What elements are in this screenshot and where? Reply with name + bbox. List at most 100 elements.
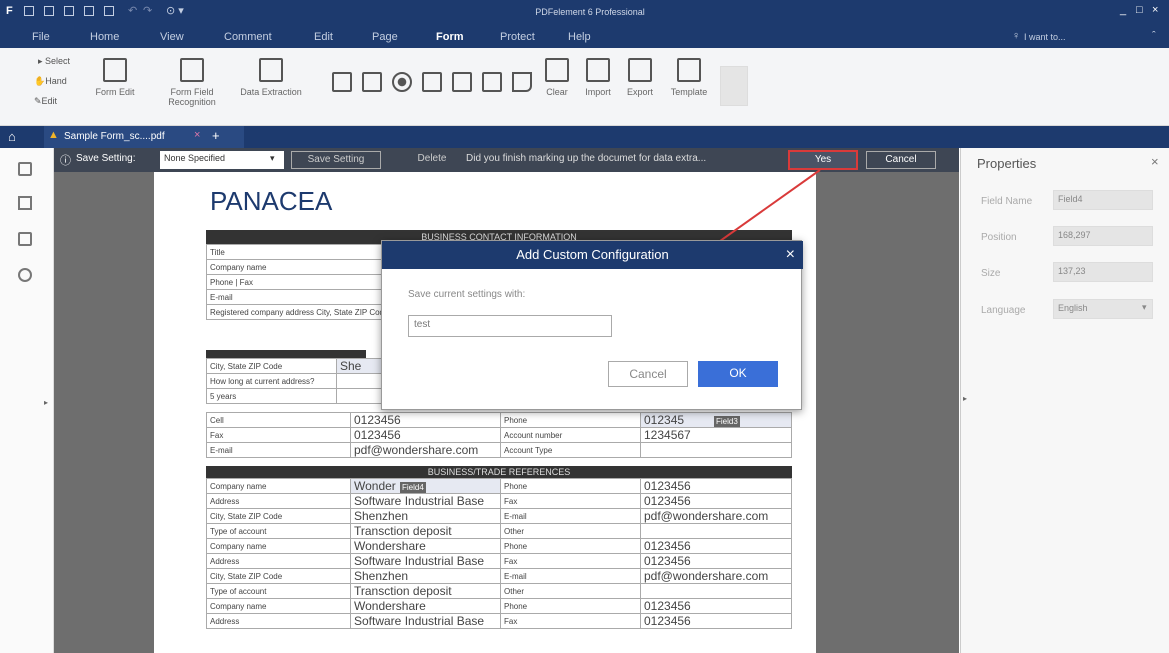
- properties-close-icon[interactable]: ×: [1151, 154, 1159, 169]
- hand-tool[interactable]: ✋Hand: [34, 76, 67, 87]
- field-name-input[interactable]: Field4: [1053, 190, 1153, 210]
- combo-box-icon[interactable]: [422, 72, 442, 92]
- table-cell[interactable]: Shenzhen: [350, 568, 501, 584]
- table-cell[interactable]: 0123456: [640, 538, 792, 554]
- search-panel-icon[interactable]: [18, 268, 32, 282]
- form-edit-button[interactable]: Form Edit: [90, 58, 140, 97]
- close-icon[interactable]: ×: [1152, 4, 1158, 16]
- position-input[interactable]: 168,297: [1053, 226, 1153, 246]
- table-cell[interactable]: 0123456: [640, 553, 792, 569]
- search-icon[interactable]: ♀: [1012, 30, 1020, 42]
- table-cell: Cell: [206, 412, 351, 428]
- expand-left-icon[interactable]: ▸: [44, 398, 48, 407]
- export-button[interactable]: Export: [620, 58, 660, 97]
- menu-form[interactable]: Form: [436, 31, 464, 43]
- radio-button-icon[interactable]: [392, 72, 412, 92]
- customize-icon[interactable]: ⊙ ▾: [166, 4, 184, 17]
- table-row: City, State ZIP Code Shenzhen E-mail pdf@wo…: [206, 508, 792, 524]
- dialog-cancel-button[interactable]: Cancel: [608, 361, 688, 387]
- edit-tool[interactable]: ✎Edit: [34, 96, 57, 107]
- tab-close-icon[interactable]: ×: [194, 129, 200, 141]
- table-cell[interactable]: 1234567: [640, 427, 792, 443]
- menu-comment[interactable]: Comment: [224, 31, 272, 43]
- menu-page[interactable]: Page: [372, 31, 398, 43]
- table-cell[interactable]: pdf@wondershare.com: [350, 442, 501, 458]
- table-cell[interactable]: Transction deposit: [350, 523, 501, 539]
- save-setting-button[interactable]: Save Setting: [291, 151, 381, 169]
- menu-home[interactable]: Home: [90, 31, 119, 43]
- table-cell[interactable]: 0123456: [640, 478, 792, 494]
- menu-protect[interactable]: Protect: [500, 31, 535, 43]
- data-extraction-button[interactable]: Data Extraction: [232, 58, 310, 97]
- table-cell[interactable]: Software Industrial Base: [350, 493, 501, 509]
- bookmark-icon[interactable]: [18, 196, 32, 210]
- document-tab[interactable]: ▲ Sample Form_sc....pdf × +: [44, 126, 244, 148]
- table-row: City, State ZIP Code Shenzhen E-mail pdf@wo…: [206, 568, 792, 584]
- text-field-icon[interactable]: [332, 72, 352, 92]
- table-cell[interactable]: Software Industrial Base: [350, 553, 501, 569]
- table-cell[interactable]: 0123456: [640, 493, 792, 509]
- dropdown-value: None Specified: [164, 153, 226, 163]
- table-cell: Other: [500, 523, 641, 539]
- dialog-close-icon[interactable]: ×: [786, 241, 795, 269]
- save-icon[interactable]: [64, 6, 74, 16]
- checkbox-icon[interactable]: [362, 72, 382, 92]
- search-box[interactable]: I want to...: [1024, 32, 1066, 42]
- table-row: Company name Wonder Phone 0123456: [206, 478, 792, 494]
- select-tool[interactable]: ▸ Select: [38, 56, 70, 67]
- table-cell: Company name: [205, 259, 393, 275]
- table-cell[interactable]: pdf@wondershare.com: [640, 508, 792, 524]
- table-cell[interactable]: pdf@wondershare.com: [640, 568, 792, 584]
- menu-file[interactable]: File: [32, 31, 50, 43]
- import-button[interactable]: Import: [578, 58, 618, 97]
- menu-help[interactable]: Help: [568, 31, 591, 43]
- size-input[interactable]: 137,23: [1053, 262, 1153, 282]
- print-icon[interactable]: [84, 6, 94, 16]
- table-cell[interactable]: Shenzhen: [350, 508, 501, 524]
- table-cell[interactable]: 0123456: [640, 598, 792, 614]
- new-tab-icon[interactable]: +: [212, 128, 220, 143]
- expand-right-icon[interactable]: ▸: [963, 394, 967, 403]
- list-box-icon[interactable]: [452, 72, 472, 92]
- signature-icon[interactable]: [512, 72, 532, 92]
- table-cell[interactable]: 0123456: [350, 412, 501, 428]
- table-cell[interactable]: Transction deposit: [350, 583, 501, 599]
- menu-edit[interactable]: Edit: [314, 31, 333, 43]
- table-cell: Fax: [206, 427, 351, 443]
- collapse-ribbon-icon[interactable]: ˆ: [1152, 30, 1156, 42]
- template-button[interactable]: Template: [664, 58, 714, 97]
- minimize-icon[interactable]: _: [1120, 4, 1126, 16]
- configuration-dropdown[interactable]: None Specified ▾: [160, 151, 284, 169]
- redo-icon[interactable]: ↷: [143, 4, 152, 17]
- table-cell[interactable]: [640, 523, 792, 539]
- undo-icon[interactable]: ↶: [128, 4, 137, 17]
- table-cell[interactable]: [640, 583, 792, 599]
- thumbnail-icon[interactable]: [18, 162, 32, 176]
- dialog-ok-button[interactable]: OK: [698, 361, 778, 387]
- table-cell: City, State ZIP Code: [206, 568, 351, 584]
- table-cell[interactable]: Wondershare: [350, 538, 501, 554]
- table-cell[interactable]: [640, 442, 792, 458]
- table-row: Address Software Industrial Base Fax 012345…: [206, 493, 792, 509]
- table-cell[interactable]: Software Industrial Base: [350, 613, 501, 629]
- configuration-name-input[interactable]: test: [408, 315, 612, 337]
- home-icon[interactable]: ⌂: [8, 129, 16, 144]
- language-select[interactable]: English ▾: [1053, 299, 1153, 319]
- open-icon[interactable]: [44, 6, 54, 16]
- properties-title: Properties: [977, 156, 1037, 171]
- new-icon[interactable]: [24, 6, 34, 16]
- email-icon[interactable]: [104, 6, 114, 16]
- maximize-icon[interactable]: □: [1136, 4, 1143, 16]
- button-field-icon[interactable]: [482, 72, 502, 92]
- delete-button[interactable]: Delete: [404, 151, 460, 169]
- infobar-cancel-button[interactable]: Cancel: [866, 151, 936, 169]
- table-cell[interactable]: 0123456: [640, 613, 792, 629]
- form-field-recognition-button[interactable]: Form Field Recognition: [162, 58, 222, 107]
- table-cell[interactable]: 0123456: [350, 427, 501, 443]
- menu-view[interactable]: View: [160, 31, 184, 43]
- clear-button[interactable]: Clear: [540, 58, 574, 97]
- chevron-down-icon: ▾: [270, 153, 275, 163]
- size-label: Size: [981, 268, 1001, 279]
- comment-icon[interactable]: [18, 232, 32, 246]
- table-cell[interactable]: Wondershare: [350, 598, 501, 614]
